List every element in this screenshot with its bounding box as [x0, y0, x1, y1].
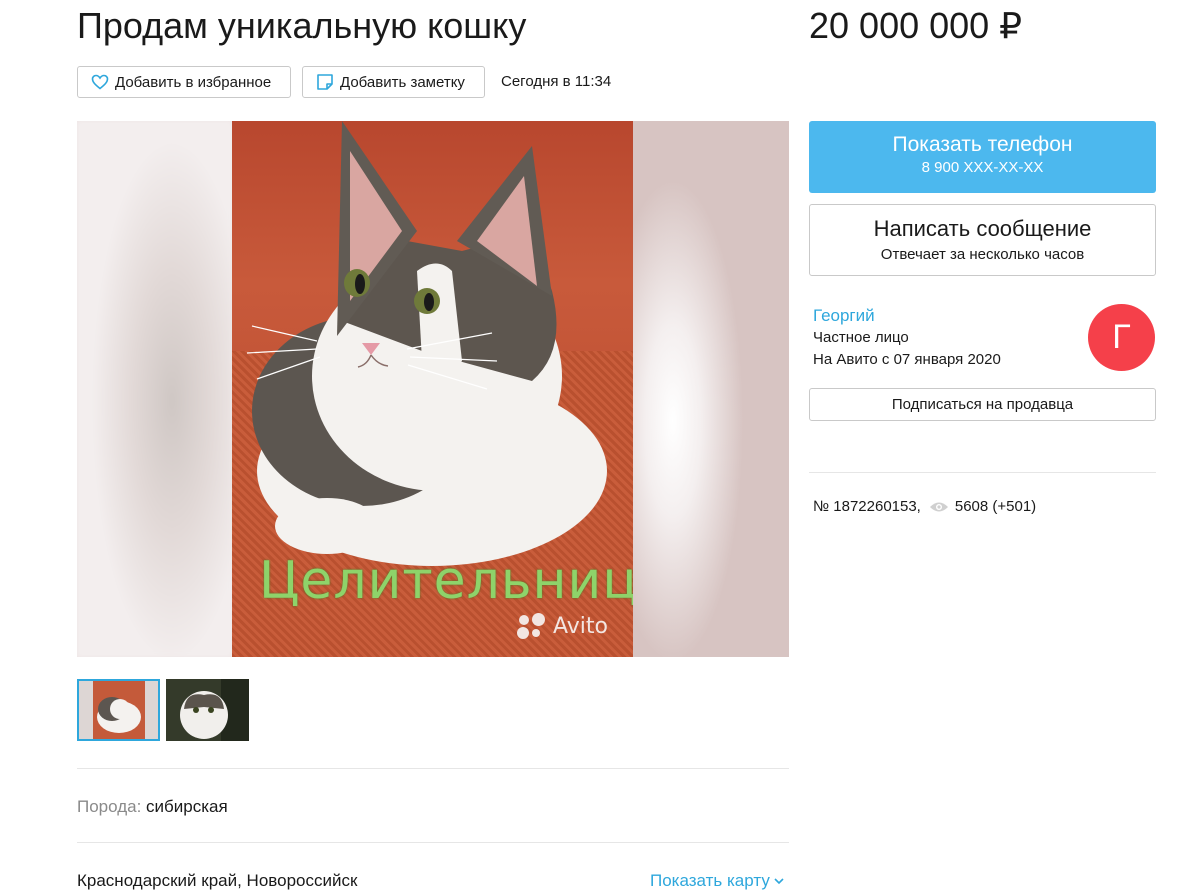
heart-icon	[91, 74, 109, 90]
seller-type: Частное лицо	[813, 329, 909, 346]
blurred-background-right	[633, 121, 789, 657]
seller-avatar[interactable]: Г	[1088, 304, 1155, 371]
thumbnail-selected[interactable]	[77, 679, 160, 741]
divider	[77, 768, 789, 769]
breed-label: Порода:	[77, 797, 142, 816]
eye-icon	[929, 502, 948, 512]
show-map-link[interactable]: Показать карту	[650, 870, 785, 892]
add-to-favorites-button[interactable]: Добавить в избранное	[77, 66, 291, 98]
divider	[77, 842, 789, 843]
page-title: Продам уникальную кошку	[77, 5, 527, 46]
breed-value: сибирская	[146, 797, 228, 816]
show-phone-label: Показать телефон	[892, 133, 1073, 156]
price: 20 000 000 ₽	[809, 5, 1023, 46]
write-message-button[interactable]: Написать сообщение Отвечает за несколько…	[809, 204, 1156, 276]
ad-number: № 1872260153,	[813, 498, 921, 515]
ad-meta: № 1872260153, 5608 (+501)	[813, 496, 1036, 518]
write-message-label: Написать сообщение	[873, 216, 1092, 241]
avito-watermark: Avito	[517, 613, 608, 639]
response-time: Отвечает за несколько часов	[880, 246, 1085, 263]
subscribe-seller-button[interactable]: Подписаться на продавца	[809, 388, 1156, 421]
watermark-text: Avito	[553, 613, 608, 639]
thumbnail-image	[166, 679, 249, 741]
photo-caption: Целительница	[259, 551, 633, 611]
seller-name-link[interactable]: Георгий	[813, 305, 875, 327]
add-note-label: Добавить заметку	[340, 73, 465, 91]
posted-time: Сегодня в 11:34	[501, 73, 612, 90]
phone-masked: 8 900 XXX-XX-XX	[921, 159, 1044, 176]
add-note-button[interactable]: Добавить заметку	[302, 66, 485, 98]
thumbnail[interactable]	[166, 679, 249, 741]
add-to-favorites-label: Добавить в избранное	[115, 73, 272, 91]
thumbnail-image	[79, 681, 158, 739]
main-photo[interactable]: Целительница Avito	[232, 121, 633, 657]
show-phone-button[interactable]: Показать телефон 8 900 XXX-XX-XX	[809, 121, 1156, 193]
divider	[809, 472, 1156, 473]
blurred-background-left	[77, 121, 232, 657]
location-address: Краснодарский край, Новороссийск	[77, 871, 358, 890]
breed-param: Порода: сибирская	[77, 796, 228, 818]
note-icon	[317, 74, 333, 90]
views-count: 5608 (+501)	[954, 498, 1037, 515]
photo-gallery[interactable]: Целительница Avito	[77, 121, 789, 657]
show-map-label: Показать карту	[650, 871, 770, 890]
avito-logo-icon	[517, 613, 547, 639]
seller-since: На Авито с 07 января 2020	[813, 351, 1001, 368]
chevron-down-icon	[774, 878, 784, 885]
